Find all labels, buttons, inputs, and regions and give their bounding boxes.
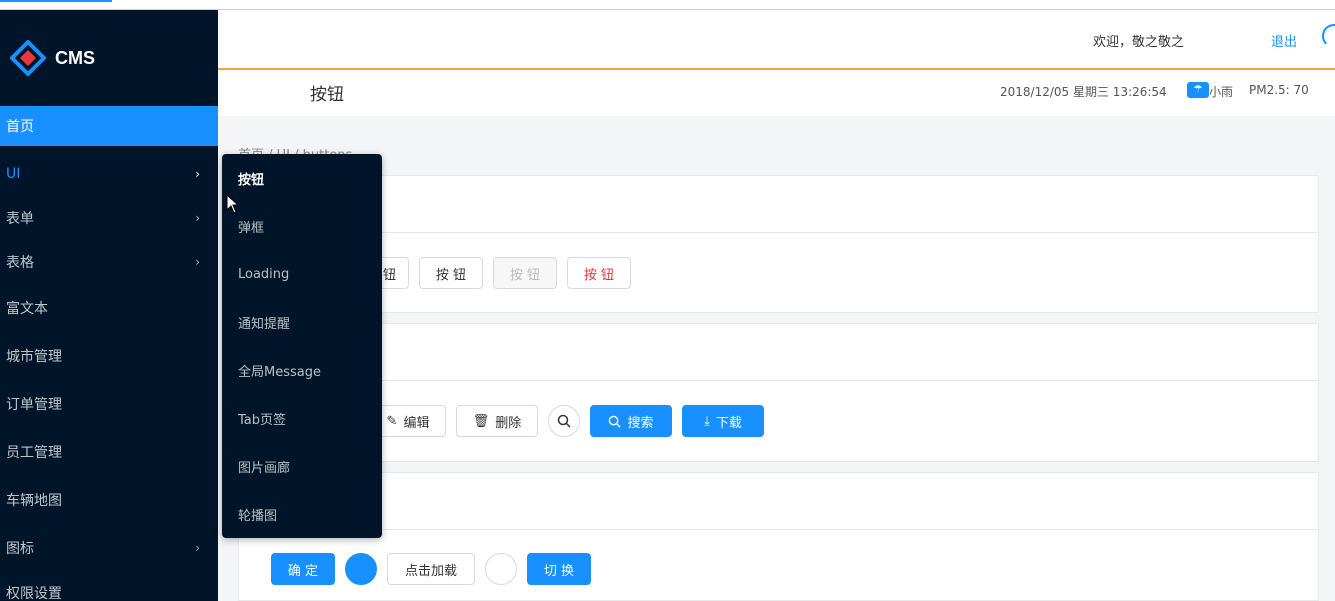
disabled-button[interactable]: 按 钮 [493, 257, 557, 289]
loading-spinner-icon [1322, 24, 1335, 48]
sidebar-item-label: UI [6, 166, 21, 182]
chevron-right-icon: › [195, 541, 200, 555]
datetime-text: 2018/12/05 星期三 13:26:54 [1000, 85, 1167, 99]
submenu-item-carousel[interactable]: 轮播图 [222, 490, 382, 538]
sidebar-item-form[interactable]: 表单 › [0, 196, 218, 240]
sidebar-item-label: 车辆地图 [6, 493, 62, 509]
basic-buttons-card: 钮 按 钮 按 钮 按 钮 [238, 175, 1319, 313]
edit-button[interactable]: ✎ 编辑 [371, 405, 446, 437]
danger-button[interactable]: 按 钮 [567, 257, 631, 289]
weather-text: 小雨 [1209, 85, 1234, 99]
sidebar-item-home[interactable]: 首页 [0, 106, 218, 146]
loading-circle-button[interactable] [345, 553, 377, 585]
sidebar-item-icons[interactable]: 图标 › [0, 524, 218, 572]
click-load-button[interactable]: 点击加载 [387, 553, 475, 585]
top-header: 欢迎，敬之敬之 退出 [218, 10, 1335, 70]
page-subheader: 按钮 2018/12/05 星期三 13:26:54 ☂ 小雨 PM2.5: 7… [218, 70, 1335, 116]
logo[interactable]: CMS [0, 10, 218, 106]
search-icon-button[interactable] [548, 405, 580, 437]
sidebar-item-label: 图标 [6, 541, 34, 557]
sidebar-item-label: 表格 [6, 255, 34, 271]
loading-buttons-card: 确 定 点击加载 切 换 [238, 472, 1319, 601]
empty-circle-button[interactable] [485, 553, 517, 585]
icon-buttons-card: ✎ 编辑 🗑 删除 搜索 ⤓ 下载 [238, 323, 1319, 462]
toggle-button[interactable]: 切 换 [527, 553, 591, 585]
sidebar-item-table[interactable]: 表格 › [0, 240, 218, 284]
sidebar-item-label: 城市管理 [6, 349, 62, 365]
download-icon: ⤓ [704, 413, 710, 429]
weather-icon: ☂ [1187, 82, 1209, 98]
page-title: 按钮 [310, 85, 344, 105]
sidebar-item-label: 权限设置 [6, 586, 62, 601]
delete-button[interactable]: 🗑 删除 [456, 405, 538, 437]
trash-icon: 🗑 [472, 413, 490, 429]
chevron-right-icon: › [195, 211, 200, 225]
search-button[interactable]: 搜索 [590, 405, 672, 437]
sidebar-item-city[interactable]: 城市管理 [0, 332, 218, 380]
mouse-cursor-icon [226, 194, 240, 214]
sidebar-item-permission[interactable]: 权限设置 [0, 572, 218, 601]
search-icon [557, 414, 571, 428]
sidebar-item-label: 富文本 [6, 301, 48, 317]
edit-icon: ✎ [386, 413, 398, 429]
logo-icon [10, 40, 46, 76]
top-loading-bar [0, 0, 1335, 10]
card-header [239, 324, 1318, 381]
card-header [239, 176, 1318, 233]
sidebar-item-staff[interactable]: 员工管理 [0, 428, 218, 476]
submenu-item-loading[interactable]: Loading [222, 250, 382, 298]
card-header [239, 473, 1318, 530]
confirm-button[interactable]: 确 定 [271, 553, 335, 585]
sidebar: CMS 首页 UI › 表单 › 表格 › 富文本 城市管理 订单管理 员工管理… [0, 10, 218, 601]
submenu-item-gallery[interactable]: 图片画廊 [222, 442, 382, 490]
submenu-item-tabs[interactable]: Tab页签 [222, 394, 382, 442]
chevron-right-icon: › [195, 255, 200, 269]
submenu-item-modal[interactable]: 弹框 [222, 202, 382, 250]
sidebar-item-label: 首页 [6, 119, 34, 135]
logout-link[interactable]: 退出 [1271, 31, 1297, 50]
search-icon [609, 415, 622, 428]
chevron-right-icon: › [195, 167, 200, 181]
download-button[interactable]: ⤓ 下载 [682, 405, 764, 437]
progress-indicator [0, 0, 112, 2]
dashed-button[interactable]: 按 钮 [419, 257, 483, 289]
pm25-text: PM2.5: 70 [1249, 83, 1309, 97]
sidebar-item-map[interactable]: 车辆地图 [0, 476, 218, 524]
sidebar-item-label: 表单 [6, 211, 34, 227]
sidebar-item-label: 订单管理 [6, 397, 62, 413]
sidebar-item-order[interactable]: 订单管理 [0, 380, 218, 428]
sidebar-item-label: 员工管理 [6, 445, 62, 461]
sidebar-item-ui[interactable]: UI › [0, 152, 218, 196]
submenu-item-message[interactable]: 全局Message [222, 346, 382, 394]
logo-text: CMS [55, 47, 95, 68]
welcome-text: 欢迎，敬之敬之 [1093, 35, 1185, 50]
submenu-item-notification[interactable]: 通知提醒 [222, 298, 382, 346]
submenu-item-buttons[interactable]: 按钮 [222, 154, 382, 202]
sidebar-item-richtext[interactable]: 富文本 [0, 284, 218, 332]
ui-submenu-dropdown: 按钮 弹框 Loading 通知提醒 全局Message Tab页签 图片画廊 … [222, 154, 382, 538]
